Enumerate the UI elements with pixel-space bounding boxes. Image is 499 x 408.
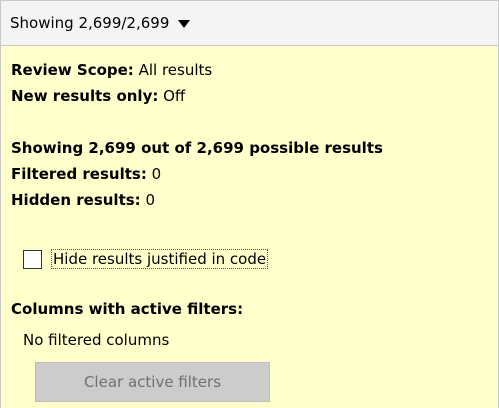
filtered-results-value: 0: [146, 165, 162, 183]
filter-summary-panel: Review Scope: All results New results on…: [0, 46, 499, 408]
hidden-results-label: Hidden results:: [11, 191, 141, 209]
no-filtered-columns-text: No filtered columns: [23, 331, 170, 349]
new-results-line: New results only: Off: [11, 87, 185, 105]
hide-justified-label[interactable]: Hide results justified in code: [51, 249, 269, 269]
review-scope-value: All results: [133, 61, 213, 79]
dropdown-label: Showing 2,699/2,699: [10, 14, 170, 32]
review-scope-line: Review Scope: All results: [11, 61, 212, 79]
filtered-results-label: Filtered results:: [11, 165, 147, 183]
new-results-label: New results only:: [11, 87, 159, 105]
chevron-down-icon: [178, 19, 191, 28]
review-scope-label: Review Scope:: [11, 61, 134, 79]
filtered-results-line: Filtered results: 0: [11, 165, 161, 183]
showing-results-text: Showing 2,699 out of 2,699 possible resu…: [11, 139, 383, 157]
clear-active-filters-button[interactable]: Clear active filters: [35, 362, 270, 402]
hidden-results-value: 0: [140, 191, 155, 209]
results-filter-dropdown[interactable]: Showing 2,699/2,699: [0, 0, 499, 46]
new-results-value: Off: [158, 87, 186, 105]
hide-justified-option[interactable]: Hide results justified in code: [23, 249, 269, 269]
active-filters-heading: Columns with active filters:: [11, 300, 244, 318]
hide-justified-checkbox[interactable]: [23, 249, 42, 269]
hidden-results-line: Hidden results: 0: [11, 191, 155, 209]
